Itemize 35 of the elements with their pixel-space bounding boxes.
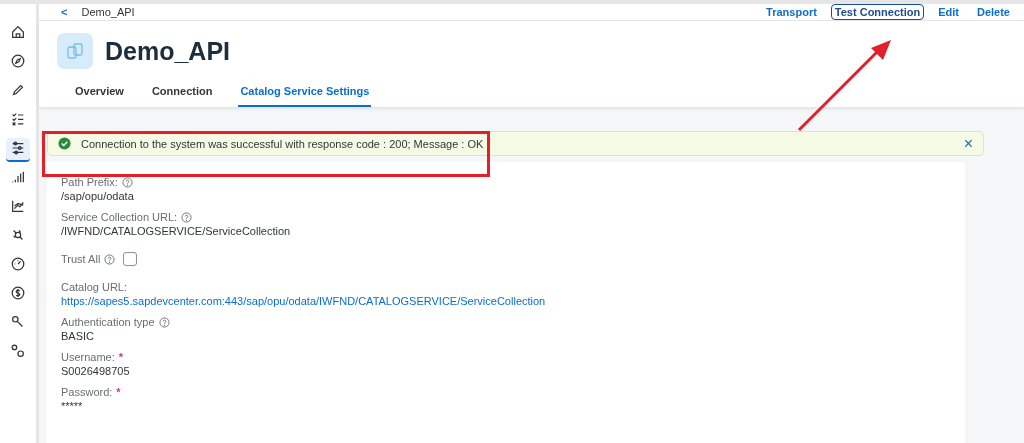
catalog-link[interactable]: https://sapes5.sapdevcenter.com:443/sap/opu/odata/IWFND/CATALOGSERVICE/ServiceCollection xyxy=(61,295,951,307)
help-icon[interactable] xyxy=(104,253,116,265)
required-mark: * xyxy=(116,386,121,398)
required-mark: * xyxy=(118,351,124,363)
field-value: S0026498705 xyxy=(61,365,131,377)
action-link[interactable]: Edit xyxy=(934,4,963,20)
message-text: Connection to the system was successful with response code : 200; Message : OK xyxy=(81,137,484,150)
help-icon[interactable] xyxy=(121,176,133,188)
back-button[interactable]: < xyxy=(61,6,68,18)
help-icon[interactable] xyxy=(181,211,193,223)
field-value: /IWFND/CATALOGSERVICE/ServiceCollection xyxy=(61,225,292,237)
action-link[interactable]: Transport xyxy=(762,4,821,20)
field-label: Authentication type xyxy=(61,316,155,328)
success-icon xyxy=(58,137,71,150)
field-label: Service Collection URL: xyxy=(61,211,178,223)
sliders-icon[interactable] xyxy=(6,138,30,162)
action-link[interactable]: Test Connection xyxy=(830,4,925,20)
field-label: Password: xyxy=(61,386,113,398)
field-value: /sap/opu/odata xyxy=(61,190,135,202)
close-button[interactable]: × xyxy=(963,134,973,153)
breadcrumb-title: Demo_API xyxy=(81,6,135,18)
field-label: Trust All xyxy=(61,253,101,265)
page-title: Demo_API xyxy=(105,36,231,66)
field-label: Path Prefix: xyxy=(61,176,118,188)
api-icon xyxy=(57,33,93,69)
field-label: Catalog URL: xyxy=(61,281,128,293)
help-icon[interactable] xyxy=(158,316,170,328)
tab[interactable]: Connection xyxy=(149,81,215,107)
checkbox[interactable] xyxy=(123,252,138,266)
action-link[interactable]: Delete xyxy=(972,4,1014,20)
tab[interactable]: Overview xyxy=(73,81,126,107)
field-value: BASIC xyxy=(61,330,95,342)
field-label: Username: xyxy=(61,351,115,363)
field-value: ***** xyxy=(61,400,84,412)
tab[interactable]: Catalog Service Settings xyxy=(238,81,372,107)
